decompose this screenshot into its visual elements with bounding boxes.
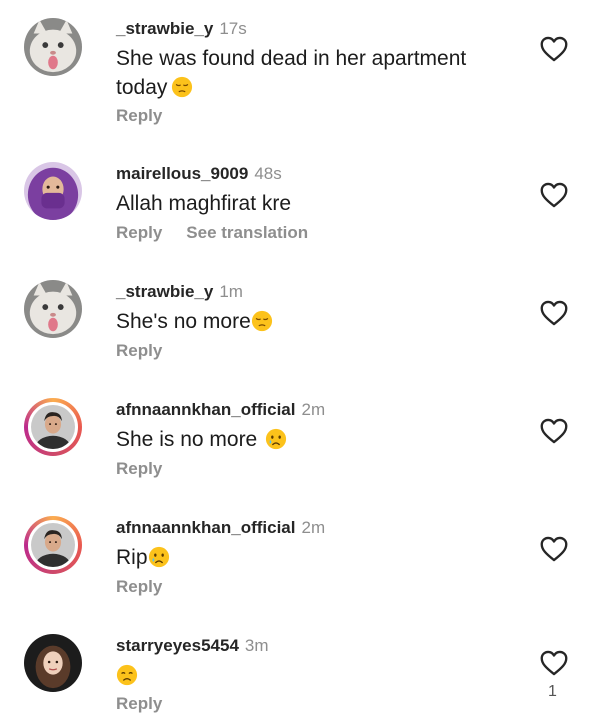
comment-username[interactable]: _strawbie_y xyxy=(116,282,213,301)
comment-username[interactable]: _strawbie_y xyxy=(116,19,213,38)
avatar-image xyxy=(28,520,78,570)
comment-time: 1m xyxy=(219,282,243,301)
cat-avatar[interactable] xyxy=(24,18,82,76)
crying-face-emoji xyxy=(148,546,170,568)
crying-face-emoji xyxy=(265,428,287,450)
comment-text-line: She's no more xyxy=(116,310,251,333)
comment-text: She was found dead in her apartment toda… xyxy=(116,44,516,102)
heart-outline-icon[interactable] xyxy=(540,536,568,562)
comment-username[interactable]: afnnaannkhan_official xyxy=(116,400,295,419)
comment-item: mairellous_9009 48s Allah maghfirat kre R… xyxy=(0,118,601,242)
comment-time: 3m xyxy=(244,636,269,655)
comment-header: afnnaannkhan_official 2m xyxy=(116,400,325,420)
heart-outline-icon[interactable] xyxy=(540,300,568,326)
comment-text: Rip xyxy=(116,543,516,572)
comment-text-line: Rip xyxy=(116,546,148,569)
man-avatar-story-ring[interactable] xyxy=(24,398,82,456)
comment-text: She's no more xyxy=(116,307,516,336)
sad-face-emoji xyxy=(116,664,138,686)
comment-username[interactable]: afnnaannkhan_official xyxy=(116,518,295,537)
heart-outline-icon[interactable] xyxy=(540,36,568,62)
comment-text-line: today xyxy=(116,76,168,99)
hijab-avatar[interactable] xyxy=(24,162,82,220)
like-count: 1 xyxy=(548,683,557,700)
girl-avatar[interactable] xyxy=(24,634,82,692)
comment-actions: Reply xyxy=(116,694,186,714)
comment-time: 2m xyxy=(301,518,326,537)
heart-outline-icon[interactable] xyxy=(540,650,568,676)
man-avatar-story-ring[interactable] xyxy=(24,516,82,574)
comment-text-line: She was found dead in her apartment xyxy=(116,47,467,70)
pensive-face-emoji xyxy=(171,76,193,98)
comment-header: starryeyes5454 3m xyxy=(116,636,269,656)
comment-time: 2m xyxy=(301,400,326,419)
comment-username[interactable]: starryeyes5454 xyxy=(116,636,239,655)
comment-header: mairellous_9009 48s xyxy=(116,164,282,184)
heart-outline-icon[interactable] xyxy=(540,418,568,444)
comment-text: She is no more xyxy=(116,425,516,454)
comment-item: afnnaannkhan_official 2m She is no more R… xyxy=(0,354,601,478)
comment-item: _strawbie_y 17s She was found dead in her… xyxy=(0,0,601,125)
reply-button[interactable]: Reply xyxy=(116,694,162,713)
comment-text xyxy=(116,661,516,690)
comment-text: Allah maghfirat kre xyxy=(116,192,292,215)
comment-item: starryeyes5454 3m Reply 1 xyxy=(0,590,601,713)
comment-time: 48s xyxy=(254,164,282,183)
comment-username[interactable]: mairellous_9009 xyxy=(116,164,248,183)
comment-time: 17s xyxy=(219,19,247,38)
cat-avatar[interactable] xyxy=(24,280,82,338)
pensive-face-emoji xyxy=(251,310,273,332)
avatar-image xyxy=(28,402,78,452)
heart-outline-icon[interactable] xyxy=(540,182,568,208)
comment-text-line: She is no more xyxy=(116,428,258,451)
comment-header: _strawbie_y 17s xyxy=(116,19,247,39)
comment-item: afnnaannkhan_official 2m Rip Reply xyxy=(0,472,601,596)
comment-header: _strawbie_y 1m xyxy=(116,282,243,302)
comment-item: _strawbie_y 1m She's no more Reply xyxy=(0,236,601,360)
comment-header: afnnaannkhan_official 2m xyxy=(116,518,325,538)
